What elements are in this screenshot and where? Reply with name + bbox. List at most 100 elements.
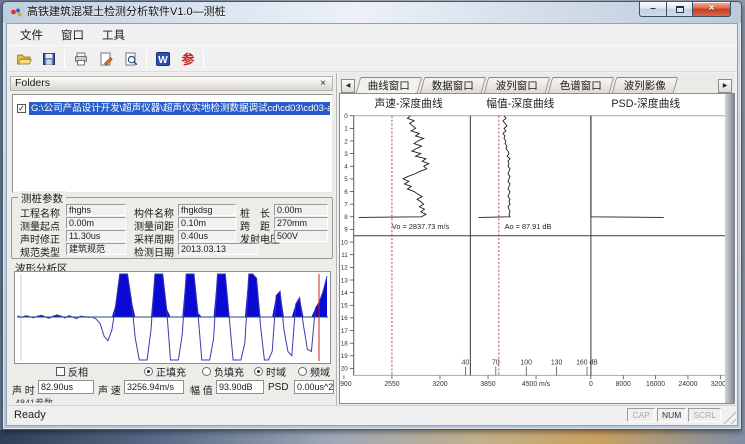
pile-params-title: 测桩参数 [18, 191, 66, 206]
param-label: 检测日期 [134, 244, 174, 259]
word-export-button[interactable]: W [150, 47, 175, 70]
depth-tick-label: 10 [341, 239, 349, 246]
depth-tick-label: 3 [344, 151, 348, 158]
curve-0 [359, 116, 429, 218]
save-button[interactable] [36, 47, 61, 70]
depth-tick-label: 4 [344, 164, 348, 171]
param-value-field[interactable]: fhghs [66, 204, 126, 216]
freq-domain-radio[interactable]: 频域 [298, 365, 330, 378]
param-value-field[interactable]: 0.10m [178, 217, 236, 229]
waveform-box [14, 271, 331, 364]
param-value-field[interactable]: 0.40us [178, 230, 236, 242]
tab-label: 波列影像 [624, 79, 666, 93]
depth-tick-label: 1 [344, 126, 348, 133]
toggle-label: 负填充 [214, 364, 244, 379]
xtick-label: 130 [551, 359, 563, 366]
word-export-icon: W [155, 51, 171, 67]
reading-value-field[interactable]: 3256.94m/s [124, 380, 184, 394]
depth-tick-label: 8 [344, 214, 348, 221]
print-setup-button[interactable] [93, 47, 118, 70]
right-panel: ◀曲线窗口数据窗口波列窗口色谱窗口波列影像▶ 01234567891011121… [339, 73, 735, 405]
checkbox-icon [56, 367, 65, 376]
menu-item-2[interactable]: 工具 [93, 25, 134, 45]
tab-0[interactable]: 曲线窗口 [356, 77, 423, 93]
tab-3[interactable]: 色谱窗口 [548, 77, 615, 93]
readings-row: 声 时82.90us声 速3256.94m/s幅 值93.90dBPSD0.00… [8, 379, 336, 395]
toggle-label: 正填充 [156, 364, 186, 379]
vertical-scrollbar[interactable] [725, 94, 734, 403]
minimize-button[interactable]: – [639, 2, 666, 17]
param-value-field[interactable]: 建筑规范 [66, 243, 126, 255]
close-button[interactable]: × [693, 2, 731, 17]
reading-label: 幅 值 [190, 382, 213, 397]
window-controls: – × [639, 2, 731, 17]
reading-value-field[interactable]: 82.90us [38, 380, 94, 394]
toggle-label: 反相 [68, 364, 88, 379]
print-preview-button[interactable] [118, 47, 143, 70]
toolbar-separator [146, 49, 147, 68]
param-value-field[interactable]: 0.00m [274, 204, 328, 216]
radio-icon [254, 367, 263, 376]
tab-scroll-right-button[interactable]: ▶ [718, 79, 732, 93]
depth-tick-label: 17 [341, 328, 349, 335]
pile-params-group: 测桩参数 工程名称fhghs构件名称fhgkdsg桩 长0.00m测量起点0.0… [11, 197, 333, 259]
folders-close-icon[interactable]: × [317, 77, 329, 90]
left-panel: Folders × ✓G:\公司产品设计开发\超声仪器\超声仪实地检测数据调试c… [8, 73, 337, 405]
depth-tick-label: 14 [341, 290, 349, 297]
panel-title-1: 幅值-深度曲线 [486, 96, 554, 110]
app-window: 高铁建筑混凝土检测分析软件V1.0—测桩 – × 文件窗口工具 W参 Folde… [2, 1, 742, 430]
tab-label: 数据窗口 [432, 79, 474, 93]
folders-list: ✓G:\公司产品设计开发\超声仪器\超声仪实地检测数据调试cd\cd03\cd0… [12, 94, 333, 193]
time-domain-radio[interactable]: 时域 [254, 365, 286, 378]
xtick-label: 0 [589, 381, 593, 388]
panel-title-2: PSD-深度曲线 [611, 96, 680, 110]
maximize-button[interactable] [666, 2, 693, 17]
folder-item-label: G:\公司产品设计开发\超声仪器\超声仪实地检测数据调试cd\cd03\cd03… [29, 102, 330, 115]
depth-tick-label: 12 [341, 265, 349, 272]
xtick-label: 3200 [432, 381, 447, 388]
xtick-label: 4500 m/s [522, 381, 551, 388]
lock-indicator-cap: CAP [627, 408, 654, 422]
parameters-button[interactable]: 参 [175, 47, 200, 70]
param-value-field[interactable]: fhgkdsg [178, 204, 236, 216]
folder-item[interactable]: ✓G:\公司产品设计开发\超声仪器\超声仪实地检测数据调试cd\cd03\cd0… [17, 102, 330, 115]
xtick-label: 2550 [384, 381, 399, 388]
depth-tick-label: 20 [341, 366, 349, 373]
param-value-field[interactable]: 11.30us [66, 230, 126, 242]
depth-tick-label: 9 [344, 227, 348, 234]
title-bar[interactable]: 高铁建筑混凝土检测分析软件V1.0—测桩 – × [3, 2, 741, 23]
reading-label: PSD [268, 382, 289, 393]
xtick-label: 40 [462, 359, 470, 366]
tab-1[interactable]: 数据窗口 [420, 77, 487, 93]
curve-1 [479, 116, 510, 218]
param-value-field[interactable]: 2013.03.13 [178, 243, 258, 255]
invert-checkbox[interactable]: 反相 [56, 365, 88, 378]
param-value-field[interactable]: 270mm [274, 217, 328, 229]
tab-2[interactable]: 波列窗口 [484, 77, 551, 93]
annotation-0: Vo = 2837.73 m/s [392, 222, 450, 231]
window-body: 文件窗口工具 W参 Folders × ✓G:\公司产品设计开发\超声仪器\超声… [6, 23, 738, 426]
depth-tick-label: 7 [344, 201, 348, 208]
open-button[interactable] [11, 47, 36, 70]
fill-positive-radio[interactable]: 正填充 [144, 365, 186, 378]
minimize-icon: – [650, 4, 656, 14]
reading-value-field[interactable]: 0.00us^2/m [294, 380, 334, 394]
param-value-field[interactable]: 500V [274, 230, 328, 242]
open-icon [16, 51, 32, 67]
tab-scroll-left-button[interactable]: ◀ [341, 79, 355, 93]
depth-tick-label: 18 [341, 340, 349, 347]
menu-item-1[interactable]: 窗口 [52, 25, 93, 45]
window-title: 高铁建筑混凝土检测分析软件V1.0—测桩 [27, 2, 226, 23]
print-button[interactable] [68, 47, 93, 70]
depth-tick-label: 13 [341, 277, 349, 284]
resize-grip[interactable] [723, 411, 736, 424]
tab-4[interactable]: 波列影像 [612, 77, 679, 93]
fill-negative-radio[interactable]: 负填充 [202, 365, 244, 378]
svg-text:W: W [158, 55, 168, 66]
checkbox-checked-icon[interactable]: ✓ [17, 104, 26, 113]
menu-item-0[interactable]: 文件 [11, 25, 52, 45]
reading-value-field[interactable]: 93.90dB [216, 380, 264, 394]
param-value-field[interactable]: 0.00m [66, 217, 126, 229]
curve-window-content: 01234567891011121314151617181920声速-深度曲线1… [339, 93, 735, 404]
param-label: 规范类型 [20, 244, 60, 259]
